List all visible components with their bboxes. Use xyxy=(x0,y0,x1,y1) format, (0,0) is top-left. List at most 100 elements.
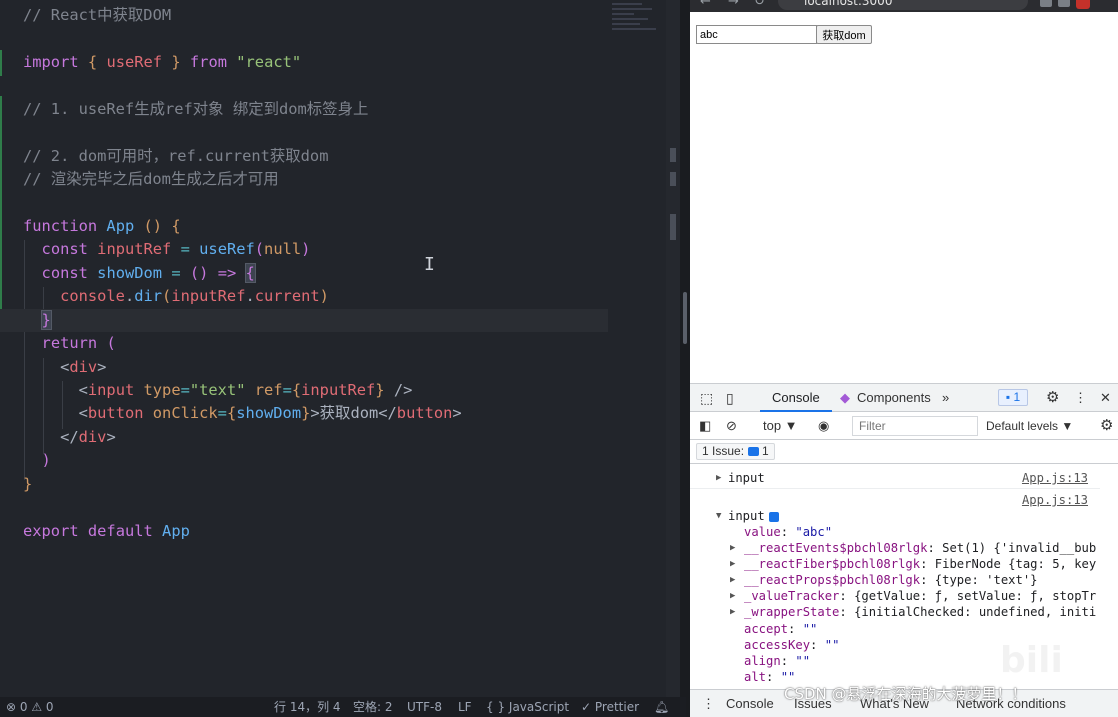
get-dom-button[interactable]: 获取dom xyxy=(816,25,872,44)
bookmark-icon[interactable] xyxy=(1058,0,1070,7)
console-row[interactable]: ▶ input App.js:13 xyxy=(690,470,1100,486)
code-line[interactable]: export default App xyxy=(0,520,660,543)
expand-triangle-icon[interactable]: ▶ xyxy=(730,540,735,556)
source-link[interactable]: App.js:13 xyxy=(1022,470,1088,486)
code-token: { xyxy=(171,216,181,235)
code-line[interactable] xyxy=(0,192,660,215)
console-settings-icon[interactable]: ⚙ xyxy=(1100,412,1113,440)
reload-icon[interactable]: ↻ xyxy=(754,0,765,9)
code-line[interactable]: <button onClick={showDom}>获取dom</button> xyxy=(0,402,660,425)
code-line[interactable] xyxy=(0,121,660,144)
language-mode[interactable]: { } JavaScript xyxy=(486,697,569,717)
more-tabs-icon[interactable]: » xyxy=(942,384,949,412)
code-line[interactable]: const inputRef = useRef(null) xyxy=(0,238,660,261)
code-token: < xyxy=(78,404,88,423)
expand-triangle-icon[interactable]: ▶ xyxy=(730,556,735,572)
log-text: input xyxy=(728,509,765,523)
device-toolbar-icon[interactable]: ▯ xyxy=(726,384,734,412)
profile-avatar[interactable] xyxy=(1076,0,1090,9)
tab-console[interactable]: Console xyxy=(760,384,832,412)
cursor-position[interactable]: 行 14，列 4 xyxy=(274,697,341,717)
expand-triangle-icon[interactable]: ▶ xyxy=(730,588,735,604)
gear-icon[interactable]: ⚙ xyxy=(1046,384,1059,412)
code-token: ) xyxy=(41,451,51,470)
console-row[interactable]: ▶ _wrapperState: {initialChecked: undefin… xyxy=(690,604,1100,620)
code-line[interactable]: // 渲染完毕之后dom生成之后才可用 xyxy=(0,168,660,191)
code-line[interactable]: return ( xyxy=(0,332,660,355)
code-line[interactable]: import { useRef } from "react" xyxy=(0,51,660,74)
context-selector[interactable]: top ▼ xyxy=(763,412,798,440)
kebab-menu-icon[interactable]: ⋮ xyxy=(1074,384,1087,412)
code-line[interactable]: // React中获取DOM xyxy=(0,4,660,27)
clear-console-icon[interactable]: ⊘ xyxy=(726,412,737,440)
log-levels-dropdown[interactable]: Default levels ▼ xyxy=(986,412,1073,440)
row-divider xyxy=(690,488,1100,489)
console-row[interactable]: ▶ __reactFiber$pbchl08rlgk: FiberNode {ta… xyxy=(690,556,1100,572)
code-lines[interactable]: // React中获取DOM import { useRef } from "r… xyxy=(0,4,660,543)
code-line[interactable] xyxy=(0,496,660,519)
code-token: < xyxy=(60,357,70,376)
code-line[interactable]: ) xyxy=(0,449,660,472)
address-bar[interactable]: localhost:3000 xyxy=(778,0,1028,10)
code-line[interactable] xyxy=(0,74,660,97)
drawer-menu-icon[interactable]: ⋮ xyxy=(702,690,715,717)
encoding[interactable]: UTF-8 xyxy=(407,697,442,717)
code-line[interactable]: <input type="text" ref={inputRef} /> xyxy=(0,379,660,402)
code-line[interactable]: } xyxy=(0,473,660,496)
code-token: } xyxy=(40,309,52,330)
property-key: accessKey xyxy=(744,638,811,652)
code-token: type xyxy=(143,381,181,399)
text-input[interactable] xyxy=(696,25,817,44)
prettier-status[interactable]: ✓ Prettier xyxy=(581,697,639,717)
forward-icon[interactable]: → xyxy=(728,0,739,9)
splitter-grip[interactable] xyxy=(683,292,687,344)
collapse-triangle-icon[interactable]: ▼ xyxy=(716,508,721,524)
drawer-tab-console[interactable]: Console xyxy=(726,690,774,717)
code-line[interactable]: // 1. useRef生成ref对象 绑定到dom标签身上 xyxy=(0,98,660,121)
code-line[interactable]: const showDom = () => { xyxy=(0,262,660,285)
code-line[interactable]: <div> xyxy=(0,356,660,379)
code-editor[interactable]: // React中获取DOM import { useRef } from "r… xyxy=(0,0,686,697)
console-row[interactable]: App.js:13 xyxy=(690,492,1100,508)
info-icon[interactable] xyxy=(768,511,779,522)
back-icon[interactable]: ← xyxy=(700,0,711,9)
bell-icon[interactable]: 🔔︎ xyxy=(654,697,669,717)
console-row[interactable]: ▶ __reactEvents$pbchl08rlgk: Set(1) {'inv… xyxy=(690,540,1100,556)
console-row[interactable]: ▼ input xyxy=(690,508,1100,524)
code-line[interactable]: } xyxy=(0,308,608,333)
sidebar-toggle-icon[interactable]: ◧ xyxy=(699,412,711,440)
message-count: 1 xyxy=(1013,390,1021,404)
issues-chip[interactable]: 1 Issue: 1 xyxy=(696,443,775,460)
console-row[interactable]: value: "abc" xyxy=(690,524,1100,540)
react-components-icon: ◆ xyxy=(840,390,850,405)
console-row[interactable]: ▶ __reactProps$pbchl08rlgk: {type: 'text'… xyxy=(690,572,1100,588)
extension-icon[interactable] xyxy=(1040,0,1052,7)
indentation[interactable]: 空格: 2 xyxy=(353,697,393,717)
line-ending[interactable]: LF xyxy=(458,697,472,717)
code-line[interactable] xyxy=(0,27,660,50)
expand-triangle-icon[interactable]: ▶ xyxy=(716,470,721,486)
inspect-element-icon[interactable]: ⬚ xyxy=(700,384,713,412)
problems-indicator[interactable]: ⊗ 0 ⚠ 0 xyxy=(6,697,54,717)
eye-icon[interactable]: ◉ xyxy=(818,412,829,440)
filter-input[interactable]: Filter xyxy=(852,416,978,436)
expand-triangle-icon[interactable]: ▶ xyxy=(730,604,735,620)
console-row[interactable]: accept: "" xyxy=(690,621,1100,637)
close-icon[interactable]: ✕ xyxy=(1100,384,1111,412)
code-line[interactable]: </div> xyxy=(0,426,660,449)
minimap[interactable] xyxy=(608,0,666,50)
code-line[interactable]: console.dir(inputRef.current) xyxy=(0,285,660,308)
tab-components[interactable]: Components xyxy=(857,384,931,412)
code-token: } xyxy=(375,381,385,399)
code-line[interactable]: // 2. dom可用时，ref.current获取dom xyxy=(0,145,660,168)
pane-splitter[interactable] xyxy=(680,0,690,717)
message-count-badge[interactable]: ▪ 1 xyxy=(998,389,1028,406)
code-line[interactable]: function App () { xyxy=(0,215,660,238)
console-row[interactable]: ▶ _valueTracker: {getValue: ƒ, setValue: … xyxy=(690,588,1100,604)
code-token: dir xyxy=(134,287,163,306)
source-link[interactable]: App.js:13 xyxy=(1022,492,1088,508)
editor-scrollbar[interactable] xyxy=(666,0,680,697)
expand-triangle-icon[interactable]: ▶ xyxy=(730,572,735,588)
